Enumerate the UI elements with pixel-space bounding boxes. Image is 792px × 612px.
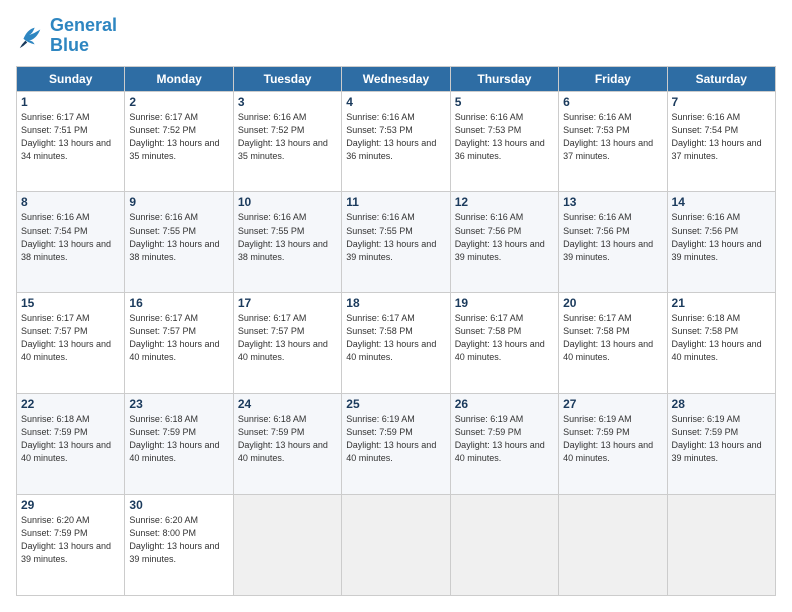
weekday-wednesday: Wednesday [342,66,450,91]
logo-icon [16,22,44,50]
calendar-week-2: 8Sunrise: 6:16 AMSunset: 7:54 PMDaylight… [17,192,776,293]
calendar-day-30: 30Sunrise: 6:20 AMSunset: 8:00 PMDayligh… [125,495,233,596]
calendar-day-23: 23Sunrise: 6:18 AMSunset: 7:59 PMDayligh… [125,394,233,495]
calendar-day-1: 1Sunrise: 6:17 AMSunset: 7:51 PMDaylight… [17,91,125,192]
weekday-thursday: Thursday [450,66,558,91]
calendar-day-4: 4Sunrise: 6:16 AMSunset: 7:53 PMDaylight… [342,91,450,192]
calendar-day-7: 7Sunrise: 6:16 AMSunset: 7:54 PMDaylight… [667,91,775,192]
weekday-header-row: SundayMondayTuesdayWednesdayThursdayFrid… [17,66,776,91]
calendar-day-2: 2Sunrise: 6:17 AMSunset: 7:52 PMDaylight… [125,91,233,192]
calendar-day-9: 9Sunrise: 6:16 AMSunset: 7:55 PMDaylight… [125,192,233,293]
calendar-day-28: 28Sunrise: 6:19 AMSunset: 7:59 PMDayligh… [667,394,775,495]
calendar-day-22: 22Sunrise: 6:18 AMSunset: 7:59 PMDayligh… [17,394,125,495]
calendar-day-6: 6Sunrise: 6:16 AMSunset: 7:53 PMDaylight… [559,91,667,192]
calendar-empty-cell [342,495,450,596]
calendar-empty-cell [667,495,775,596]
calendar-day-10: 10Sunrise: 6:16 AMSunset: 7:55 PMDayligh… [233,192,341,293]
calendar-day-27: 27Sunrise: 6:19 AMSunset: 7:59 PMDayligh… [559,394,667,495]
calendar-week-3: 15Sunrise: 6:17 AMSunset: 7:57 PMDayligh… [17,293,776,394]
calendar-day-8: 8Sunrise: 6:16 AMSunset: 7:54 PMDaylight… [17,192,125,293]
calendar-day-18: 18Sunrise: 6:17 AMSunset: 7:58 PMDayligh… [342,293,450,394]
calendar-week-4: 22Sunrise: 6:18 AMSunset: 7:59 PMDayligh… [17,394,776,495]
calendar-day-29: 29Sunrise: 6:20 AMSunset: 7:59 PMDayligh… [17,495,125,596]
calendar-day-16: 16Sunrise: 6:17 AMSunset: 7:57 PMDayligh… [125,293,233,394]
calendar-day-25: 25Sunrise: 6:19 AMSunset: 7:59 PMDayligh… [342,394,450,495]
calendar-day-3: 3Sunrise: 6:16 AMSunset: 7:52 PMDaylight… [233,91,341,192]
weekday-tuesday: Tuesday [233,66,341,91]
calendar-day-14: 14Sunrise: 6:16 AMSunset: 7:56 PMDayligh… [667,192,775,293]
weekday-friday: Friday [559,66,667,91]
weekday-sunday: Sunday [17,66,125,91]
weekday-saturday: Saturday [667,66,775,91]
page-header: General Blue [16,16,776,56]
calendar-day-24: 24Sunrise: 6:18 AMSunset: 7:59 PMDayligh… [233,394,341,495]
calendar-day-19: 19Sunrise: 6:17 AMSunset: 7:58 PMDayligh… [450,293,558,394]
calendar-empty-cell [559,495,667,596]
calendar-day-13: 13Sunrise: 6:16 AMSunset: 7:56 PMDayligh… [559,192,667,293]
calendar-day-20: 20Sunrise: 6:17 AMSunset: 7:58 PMDayligh… [559,293,667,394]
calendar-week-1: 1Sunrise: 6:17 AMSunset: 7:51 PMDaylight… [17,91,776,192]
logo-text: General Blue [50,16,117,56]
calendar-week-5: 29Sunrise: 6:20 AMSunset: 7:59 PMDayligh… [17,495,776,596]
logo: General Blue [16,16,117,56]
calendar-day-26: 26Sunrise: 6:19 AMSunset: 7:59 PMDayligh… [450,394,558,495]
calendar-empty-cell [233,495,341,596]
weekday-monday: Monday [125,66,233,91]
calendar-day-12: 12Sunrise: 6:16 AMSunset: 7:56 PMDayligh… [450,192,558,293]
calendar-table: SundayMondayTuesdayWednesdayThursdayFrid… [16,66,776,596]
calendar-empty-cell [450,495,558,596]
calendar-day-15: 15Sunrise: 6:17 AMSunset: 7:57 PMDayligh… [17,293,125,394]
calendar-day-5: 5Sunrise: 6:16 AMSunset: 7:53 PMDaylight… [450,91,558,192]
calendar-day-17: 17Sunrise: 6:17 AMSunset: 7:57 PMDayligh… [233,293,341,394]
calendar-day-21: 21Sunrise: 6:18 AMSunset: 7:58 PMDayligh… [667,293,775,394]
calendar-day-11: 11Sunrise: 6:16 AMSunset: 7:55 PMDayligh… [342,192,450,293]
